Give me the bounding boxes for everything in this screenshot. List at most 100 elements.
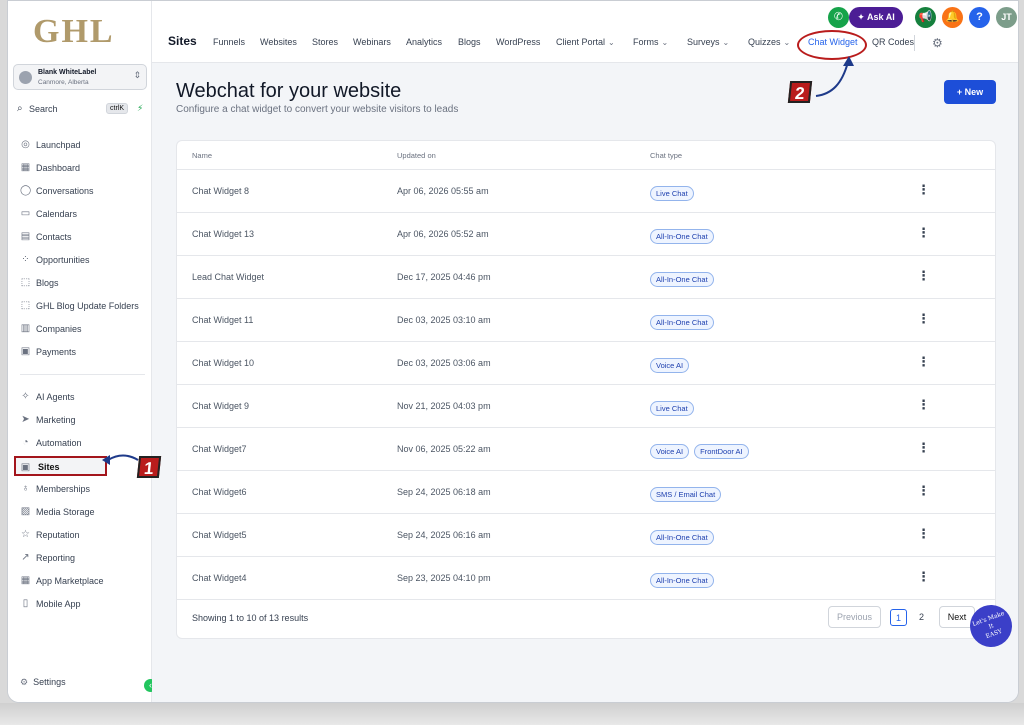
tab-stores[interactable]: Stores <box>312 37 338 47</box>
sidebar-search[interactable]: ⌕ Search ctrlK ⚡ <box>13 100 147 120</box>
sidebar-item-contacts[interactable]: ▤ Contacts <box>20 227 145 247</box>
chevron-down-icon: ⌄ <box>722 38 730 47</box>
sidebar-item-sites[interactable]: ▣ Sites <box>14 456 107 476</box>
table-row[interactable]: Lead Chat Widget Dec 17, 2025 04:46 pm All… <box>177 256 995 299</box>
column-header-name: Name <box>192 151 213 160</box>
account-avatar-icon <box>19 71 32 84</box>
tab-label: QR Codes <box>872 37 915 47</box>
sidebar-item-mobile-app[interactable]: ▯ Mobile App <box>20 594 145 614</box>
tab-funnels[interactable]: Funnels <box>213 37 245 47</box>
widget-name[interactable]: Chat Widget6 <box>192 487 247 497</box>
widget-name[interactable]: Lead Chat Widget <box>192 272 264 282</box>
phone-icon[interactable]: ✆ <box>828 7 849 28</box>
receipt-icon: ▣ <box>20 346 31 357</box>
lightning-icon[interactable]: ⚡ <box>137 103 143 114</box>
sidebar-item-marketing[interactable]: ➤ Marketing <box>20 410 145 430</box>
widget-name[interactable]: Chat Widget 9 <box>192 401 249 411</box>
table-row[interactable]: Chat Widget6 Sep 24, 2025 06:18 am SMS / E… <box>177 471 995 514</box>
sidebar-item-opportunities[interactable]: ⁘ Opportunities <box>20 250 145 270</box>
updated-on: Dec 03, 2025 03:06 am <box>397 358 491 368</box>
brand-logo: GHL <box>33 13 115 50</box>
bell-icon[interactable]: 🔔 <box>942 7 963 28</box>
tab-analytics[interactable]: Analytics <box>406 37 442 47</box>
tab-label: Forms <box>633 37 659 47</box>
tab-blogs[interactable]: Blogs <box>458 37 481 47</box>
megaphone-icon[interactable]: 📢 <box>915 7 936 28</box>
sidebar-item-media-storage[interactable]: ▨ Media Storage <box>20 502 145 522</box>
more-options-icon[interactable]: ⋮ <box>917 312 930 325</box>
help-icon[interactable]: ? <box>969 7 990 28</box>
new-widget-button[interactable]: + New <box>944 80 996 104</box>
tab-forms[interactable]: Forms ⌄ <box>633 37 668 47</box>
previous-page-button[interactable]: Previous <box>828 606 881 628</box>
sidebar-item-dashboard[interactable]: ▦ Dashboard <box>20 158 145 178</box>
chat-type-badge: FrontDoor AI <box>694 444 749 459</box>
sidebar-item-companies[interactable]: ▥ Companies <box>20 319 145 339</box>
gear-icon[interactable]: ⚙ <box>932 36 943 50</box>
more-options-icon[interactable]: ⋮ <box>917 527 930 540</box>
sidebar-item-reputation[interactable]: ☆ Reputation <box>20 525 145 545</box>
user-avatar[interactable]: JT <box>996 7 1017 28</box>
sidebar-item-settings[interactable]: ⚙ Settings <box>20 677 66 688</box>
tab-webinars[interactable]: Webinars <box>353 37 391 47</box>
table-row[interactable]: Chat Widget4 Sep 23, 2025 04:10 pm All-In-… <box>177 557 995 600</box>
sidebar-item-label: Conversations <box>36 186 94 196</box>
sidebar-item-ghl-blog-update-folders[interactable]: ⬚ GHL Blog Update Folders <box>20 296 145 316</box>
page-1-button[interactable]: 1 <box>890 609 907 626</box>
sidebar-item-label: Calendars <box>36 209 78 219</box>
more-options-icon[interactable]: ⋮ <box>917 355 930 368</box>
account-switcher[interactable]: Blank WhiteLabel Canmore, Alberta ⇕ <box>13 64 147 90</box>
widget-name[interactable]: Chat Widget 10 <box>192 358 254 368</box>
tab-label: Quizzes <box>748 37 781 47</box>
tab-qr-codes[interactable]: QR Codes <box>872 37 914 47</box>
table-row[interactable]: Chat Widget 8 Apr 06, 2026 05:55 am Live C… <box>177 170 995 213</box>
sidebar-item-label: Mobile App <box>36 599 81 609</box>
page-2-button[interactable]: 2 <box>913 609 930 626</box>
sidebar-item-calendars[interactable]: ▭ Calendars <box>20 204 145 224</box>
settings-label: Settings <box>33 677 66 687</box>
more-options-icon[interactable]: ⋮ <box>917 441 930 454</box>
tab-quizzes[interactable]: Quizzes ⌄ <box>748 37 790 47</box>
tab-label: Client Portal <box>556 37 606 47</box>
widget-name[interactable]: Chat Widget4 <box>192 573 247 583</box>
sidebar-item-payments[interactable]: ▣ Payments <box>20 342 145 362</box>
sidebar-item-launchpad[interactable]: ◎ Launchpad <box>20 135 145 155</box>
updated-on: Dec 17, 2025 04:46 pm <box>397 272 491 282</box>
tab-websites[interactable]: Websites <box>260 37 297 47</box>
sidebar-item-memberships[interactable]: ♁ Memberships <box>20 479 145 499</box>
sidebar-item-label: Reputation <box>36 530 80 540</box>
tab-wordpress[interactable]: WordPress <box>496 37 540 47</box>
table-row[interactable]: Chat Widget 10 Dec 03, 2025 03:06 am Voice… <box>177 342 995 385</box>
sidebar-item-label: Media Storage <box>36 507 95 517</box>
sidebar-item-reporting[interactable]: ↗ Reporting <box>20 548 145 568</box>
sidebar-item-conversations[interactable]: ◯ Conversations <box>20 181 145 201</box>
trend-icon: ↗ <box>21 552 30 563</box>
page-subtitle: Configure a chat widget to convert your … <box>176 104 459 115</box>
search-label: Search <box>29 104 58 114</box>
widget-name[interactable]: Chat Widget 8 <box>192 186 249 196</box>
table-row[interactable]: Chat Widget7 Nov 06, 2025 05:22 am Voice A… <box>177 428 995 471</box>
more-options-icon[interactable]: ⋮ <box>917 484 930 497</box>
tab-surveys[interactable]: Surveys ⌄ <box>687 37 729 47</box>
more-options-icon[interactable]: ⋮ <box>917 570 930 583</box>
sidebar-item-ai-agents[interactable]: ✧ AI Agents <box>20 387 145 407</box>
sidebar-item-blogs[interactable]: ⬚ Blogs <box>20 273 145 293</box>
widget-name[interactable]: Chat Widget 11 <box>192 315 253 325</box>
chat-type-badge: All-In-One Chat <box>650 229 714 244</box>
column-header-chat-type: Chat type <box>650 151 683 160</box>
widget-name[interactable]: Chat Widget5 <box>192 530 247 540</box>
sidebar-item-app-marketplace[interactable]: ▦ App Marketplace <box>20 571 145 591</box>
more-options-icon[interactable]: ⋮ <box>917 183 930 196</box>
widget-name[interactable]: Chat Widget 13 <box>192 229 254 239</box>
tab-client-portal[interactable]: Client Portal ⌄ <box>556 37 615 47</box>
table-row[interactable]: Chat Widget 9 Nov 21, 2025 04:03 pm Live C… <box>177 385 995 428</box>
more-options-icon[interactable]: ⋮ <box>917 269 930 282</box>
widget-name[interactable]: Chat Widget7 <box>192 444 247 454</box>
table-row[interactable]: Chat Widget 13 Apr 06, 2026 05:52 am All-I… <box>177 213 995 256</box>
ask-ai-button[interactable]: ✦ Ask AI <box>849 7 903 28</box>
more-options-icon[interactable]: ⋮ <box>917 226 930 239</box>
more-options-icon[interactable]: ⋮ <box>917 398 930 411</box>
opportunities-icon: ⁘ <box>21 254 30 265</box>
table-row[interactable]: Chat Widget5 Sep 24, 2025 06:16 am All-In-… <box>177 514 995 557</box>
table-row[interactable]: Chat Widget 11 Dec 03, 2025 03:10 am All-I… <box>177 299 995 342</box>
